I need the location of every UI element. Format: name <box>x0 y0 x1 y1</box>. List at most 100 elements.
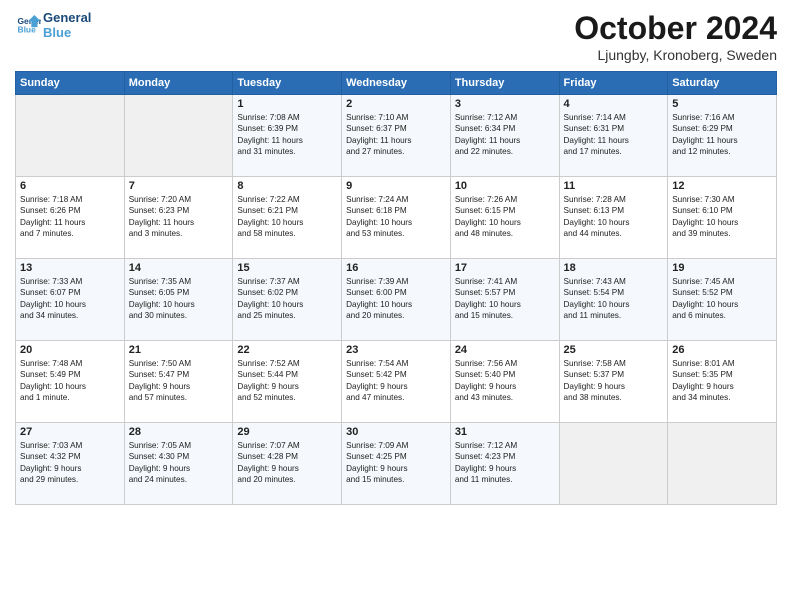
day-info: Sunrise: 8:01 AM Sunset: 5:35 PM Dayligh… <box>672 358 772 404</box>
day-info: Sunrise: 7:24 AM Sunset: 6:18 PM Dayligh… <box>346 194 446 240</box>
day-info: Sunrise: 7:35 AM Sunset: 6:05 PM Dayligh… <box>129 276 229 322</box>
day-info: Sunrise: 7:43 AM Sunset: 5:54 PM Dayligh… <box>564 276 664 322</box>
day-info: Sunrise: 7:20 AM Sunset: 6:23 PM Dayligh… <box>129 194 229 240</box>
day-cell: 12Sunrise: 7:30 AM Sunset: 6:10 PM Dayli… <box>668 177 777 259</box>
day-number: 7 <box>129 180 229 192</box>
day-info: Sunrise: 7:09 AM Sunset: 4:25 PM Dayligh… <box>346 440 446 486</box>
day-cell: 9 Sunrise: 7:24 AM Sunset: 6:18 PM Daylig… <box>342 177 451 259</box>
day-cell <box>668 423 777 505</box>
day-cell: 5Sunrise: 7:16 AM Sunset: 6:29 PM Daylig… <box>668 95 777 177</box>
col-header-wednesday: Wednesday <box>342 72 451 95</box>
day-info: Sunrise: 7:56 AM Sunset: 5:40 PM Dayligh… <box>455 358 555 404</box>
day-cell: 2 Sunrise: 7:10 AM Sunset: 6:37 PM Daylig… <box>342 95 451 177</box>
day-info: Sunrise: 7:50 AM Sunset: 5:47 PM Dayligh… <box>129 358 229 404</box>
day-number: 20 <box>20 344 120 356</box>
day-number: 25 <box>564 344 664 356</box>
week-row-1: 6 Sunrise: 7:18 AM Sunset: 6:26 PM Daylig… <box>16 177 777 259</box>
day-info: Sunrise: 7:41 AM Sunset: 5:57 PM Dayligh… <box>455 276 555 322</box>
day-number: 19 <box>672 262 772 274</box>
day-number: 24 <box>455 344 555 356</box>
day-info: Sunrise: 7:28 AM Sunset: 6:13 PM Dayligh… <box>564 194 664 240</box>
day-number: 8 <box>237 180 337 192</box>
day-cell: 24 Sunrise: 7:56 AM Sunset: 5:40 PM Dayli… <box>450 341 559 423</box>
logo-line2: Blue <box>43 25 71 40</box>
calendar-table: SundayMondayTuesdayWednesdayThursdayFrid… <box>15 71 777 505</box>
day-cell: 14 Sunrise: 7:35 AM Sunset: 6:05 PM Dayli… <box>124 259 233 341</box>
day-cell: 29 Sunrise: 7:07 AM Sunset: 4:28 PM Dayli… <box>233 423 342 505</box>
day-number: 23 <box>346 344 446 356</box>
day-cell: 1 Sunrise: 7:08 AM Sunset: 6:39 PM Daylig… <box>233 95 342 177</box>
week-row-2: 13Sunrise: 7:33 AM Sunset: 6:07 PM Dayli… <box>16 259 777 341</box>
day-number: 29 <box>237 426 337 438</box>
day-info: Sunrise: 7:05 AM Sunset: 4:30 PM Dayligh… <box>129 440 229 486</box>
day-number: 14 <box>129 262 229 274</box>
day-number: 31 <box>455 426 555 438</box>
logo: General Blue General Blue <box>15 10 91 40</box>
title-block: October 2024 Ljungby, Kronoberg, Sweden <box>574 10 777 63</box>
day-cell: 8Sunrise: 7:22 AM Sunset: 6:21 PM Daylig… <box>233 177 342 259</box>
week-row-4: 27Sunrise: 7:03 AM Sunset: 4:32 PM Dayli… <box>16 423 777 505</box>
day-cell: 4Sunrise: 7:14 AM Sunset: 6:31 PM Daylig… <box>559 95 668 177</box>
day-number: 18 <box>564 262 664 274</box>
day-number: 3 <box>455 98 555 110</box>
day-cell: 17 Sunrise: 7:41 AM Sunset: 5:57 PM Dayli… <box>450 259 559 341</box>
col-header-tuesday: Tuesday <box>233 72 342 95</box>
day-cell: 3 Sunrise: 7:12 AM Sunset: 6:34 PM Daylig… <box>450 95 559 177</box>
day-info: Sunrise: 7:12 AM Sunset: 6:34 PM Dayligh… <box>455 112 555 158</box>
day-cell: 27Sunrise: 7:03 AM Sunset: 4:32 PM Dayli… <box>16 423 125 505</box>
day-number: 2 <box>346 98 446 110</box>
day-number: 17 <box>455 262 555 274</box>
logo-line1: General <box>43 10 91 25</box>
day-cell: 13Sunrise: 7:33 AM Sunset: 6:07 PM Dayli… <box>16 259 125 341</box>
day-cell: 23 Sunrise: 7:54 AM Sunset: 5:42 PM Dayli… <box>342 341 451 423</box>
day-cell: 15 Sunrise: 7:37 AM Sunset: 6:02 PM Dayli… <box>233 259 342 341</box>
day-number: 1 <box>237 98 337 110</box>
header: General Blue General Blue October 2024 L… <box>15 10 777 63</box>
day-cell: 22 Sunrise: 7:52 AM Sunset: 5:44 PM Dayli… <box>233 341 342 423</box>
col-header-thursday: Thursday <box>450 72 559 95</box>
day-cell: 16 Sunrise: 7:39 AM Sunset: 6:00 PM Dayli… <box>342 259 451 341</box>
day-info: Sunrise: 7:39 AM Sunset: 6:00 PM Dayligh… <box>346 276 446 322</box>
day-cell: 30 Sunrise: 7:09 AM Sunset: 4:25 PM Dayli… <box>342 423 451 505</box>
day-info: Sunrise: 7:54 AM Sunset: 5:42 PM Dayligh… <box>346 358 446 404</box>
header-row: SundayMondayTuesdayWednesdayThursdayFrid… <box>16 72 777 95</box>
day-cell <box>16 95 125 177</box>
day-cell: 6 Sunrise: 7:18 AM Sunset: 6:26 PM Daylig… <box>16 177 125 259</box>
day-cell: 18 Sunrise: 7:43 AM Sunset: 5:54 PM Dayli… <box>559 259 668 341</box>
col-header-friday: Friday <box>559 72 668 95</box>
col-header-saturday: Saturday <box>668 72 777 95</box>
day-info: Sunrise: 7:33 AM Sunset: 6:07 PM Dayligh… <box>20 276 120 322</box>
day-number: 16 <box>346 262 446 274</box>
day-cell: 11Sunrise: 7:28 AM Sunset: 6:13 PM Dayli… <box>559 177 668 259</box>
day-info: Sunrise: 7:16 AM Sunset: 6:29 PM Dayligh… <box>672 112 772 158</box>
day-cell: 21Sunrise: 7:50 AM Sunset: 5:47 PM Dayli… <box>124 341 233 423</box>
day-info: Sunrise: 7:52 AM Sunset: 5:44 PM Dayligh… <box>237 358 337 404</box>
day-info: Sunrise: 7:18 AM Sunset: 6:26 PM Dayligh… <box>20 194 120 240</box>
day-number: 4 <box>564 98 664 110</box>
page: General Blue General Blue October 2024 L… <box>0 0 792 515</box>
day-cell: 31 Sunrise: 7:12 AM Sunset: 4:23 PM Dayli… <box>450 423 559 505</box>
location: Ljungby, Kronoberg, Sweden <box>574 47 777 63</box>
day-info: Sunrise: 7:58 AM Sunset: 5:37 PM Dayligh… <box>564 358 664 404</box>
col-header-monday: Monday <box>124 72 233 95</box>
day-number: 6 <box>20 180 120 192</box>
day-info: Sunrise: 7:07 AM Sunset: 4:28 PM Dayligh… <box>237 440 337 486</box>
day-number: 9 <box>346 180 446 192</box>
day-info: Sunrise: 7:12 AM Sunset: 4:23 PM Dayligh… <box>455 440 555 486</box>
day-info: Sunrise: 7:10 AM Sunset: 6:37 PM Dayligh… <box>346 112 446 158</box>
logo-icon: General Blue <box>17 15 41 35</box>
day-info: Sunrise: 7:26 AM Sunset: 6:15 PM Dayligh… <box>455 194 555 240</box>
day-number: 22 <box>237 344 337 356</box>
day-cell: 7 Sunrise: 7:20 AM Sunset: 6:23 PM Daylig… <box>124 177 233 259</box>
day-number: 15 <box>237 262 337 274</box>
day-info: Sunrise: 7:37 AM Sunset: 6:02 PM Dayligh… <box>237 276 337 322</box>
day-number: 28 <box>129 426 229 438</box>
day-number: 10 <box>455 180 555 192</box>
day-info: Sunrise: 7:48 AM Sunset: 5:49 PM Dayligh… <box>20 358 120 404</box>
day-number: 30 <box>346 426 446 438</box>
day-cell: 19 Sunrise: 7:45 AM Sunset: 5:52 PM Dayli… <box>668 259 777 341</box>
day-info: Sunrise: 7:08 AM Sunset: 6:39 PM Dayligh… <box>237 112 337 158</box>
day-cell: 20 Sunrise: 7:48 AM Sunset: 5:49 PM Dayli… <box>16 341 125 423</box>
week-row-0: 1 Sunrise: 7:08 AM Sunset: 6:39 PM Daylig… <box>16 95 777 177</box>
day-info: Sunrise: 7:45 AM Sunset: 5:52 PM Dayligh… <box>672 276 772 322</box>
